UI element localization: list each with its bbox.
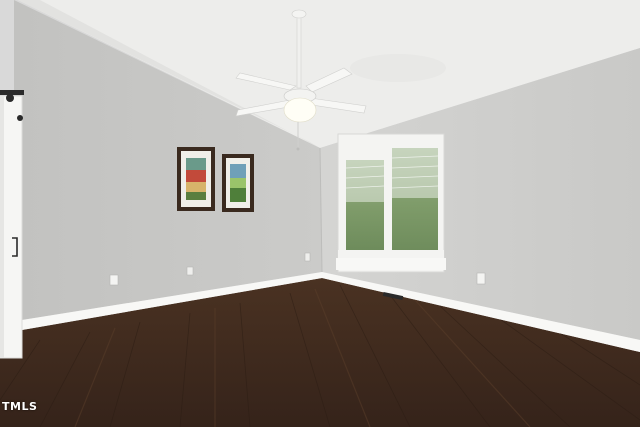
outlet-corner <box>304 252 311 262</box>
room-photo <box>0 0 640 427</box>
window-blinds-right <box>392 148 438 198</box>
outlet-left <box>109 274 119 286</box>
barn-door-track <box>0 90 24 95</box>
outlet-center <box>186 266 194 276</box>
outlet-right <box>476 272 486 285</box>
barn-door-edge <box>0 96 4 358</box>
framed-artwork-left <box>177 147 215 211</box>
fan-light-globe <box>283 97 317 123</box>
barn-door-roller-2 <box>17 115 23 121</box>
barn-door-roller <box>6 94 14 102</box>
window[interactable] <box>336 133 446 273</box>
framed-artwork-right <box>222 154 254 212</box>
fan-blade-blur <box>350 54 446 82</box>
watermark-text: TMLS <box>2 400 38 413</box>
